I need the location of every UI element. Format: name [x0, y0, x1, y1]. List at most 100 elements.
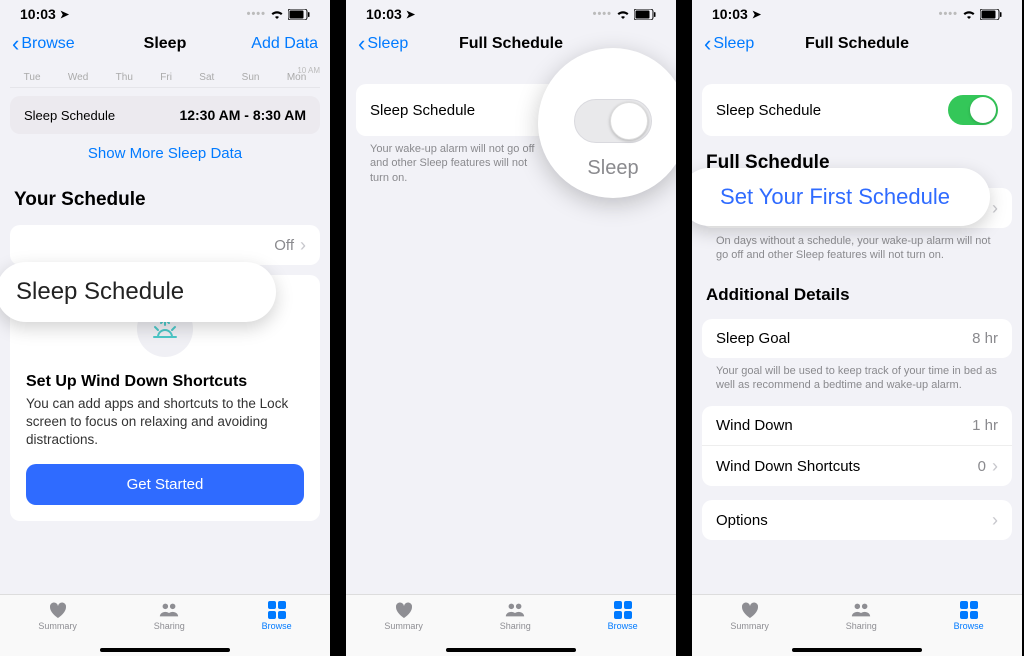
- callout-text: Sleep Schedule: [16, 278, 184, 306]
- battery-icon: [634, 9, 656, 20]
- sleep-schedule-value: Off: [274, 237, 294, 254]
- sleep-schedule-toggle-label: Sleep Schedule: [716, 102, 821, 119]
- back-label: Sleep: [713, 35, 754, 53]
- sleep-schedule-toggle-card: Sleep Schedule: [702, 84, 1012, 136]
- sleep-schedule-row[interactable]: . Off ›: [10, 225, 320, 265]
- wind-down-description: You can add apps and shortcuts to the Lo…: [26, 395, 304, 450]
- sleep-schedule-time: 12:30 AM - 8:30 AM: [179, 107, 306, 123]
- content: Sleep Schedule Full Schedule Set Your Fi…: [692, 66, 1022, 594]
- weekday-fri: Fri: [160, 72, 172, 83]
- wind-down-card: Wind Down 1 hr Wind Down Shortcuts 0 ›: [702, 406, 1012, 486]
- tab-sharing[interactable]: Sharing: [154, 601, 185, 631]
- tab-bar: Summary Sharing Browse: [0, 594, 330, 656]
- tab-sharing-label: Sharing: [500, 621, 531, 631]
- wind-down-row[interactable]: Wind Down 1 hr: [702, 406, 1012, 446]
- status-bar: 10:03 ➤ ••••: [692, 0, 1022, 22]
- wind-down-label: Wind Down: [716, 417, 793, 434]
- sleep-schedule-label: Sleep Schedule: [24, 108, 115, 123]
- sleep-goal-value: 8 hr: [972, 330, 998, 347]
- heart-icon: [393, 601, 415, 619]
- show-more-sleep-data-button[interactable]: Show More Sleep Data: [10, 134, 320, 173]
- chevron-right-icon: ›: [300, 236, 306, 254]
- tab-summary[interactable]: Summary: [38, 601, 77, 631]
- chevron-left-icon: ‹: [12, 33, 19, 55]
- tab-sharing-label: Sharing: [846, 621, 877, 631]
- tab-sharing[interactable]: Sharing: [846, 601, 877, 631]
- tab-browse[interactable]: Browse: [608, 601, 638, 631]
- full-schedule-footer: On days without a schedule, your wake-up…: [702, 228, 1012, 269]
- chevron-right-icon: ›: [992, 457, 998, 475]
- time-label-10am: 10 AM: [297, 66, 320, 75]
- status-time: 10:03: [20, 6, 56, 22]
- cell-signal-icon: ••••: [247, 8, 266, 20]
- sleep-goal-footer: Your goal will be used to keep track of …: [702, 358, 1012, 399]
- home-indicator[interactable]: [100, 648, 230, 652]
- wind-down-value: 1 hr: [972, 417, 998, 434]
- your-schedule-header: Your Schedule: [10, 173, 320, 217]
- sleep-schedule-toggle-label: Sleep Schedule: [370, 102, 475, 119]
- back-label: Browse: [21, 35, 74, 53]
- tab-summary[interactable]: Summary: [730, 601, 769, 631]
- tab-summary-label: Summary: [384, 621, 423, 631]
- location-icon: ➤: [752, 8, 761, 21]
- sleep-goal-card: Sleep Goal 8 hr: [702, 319, 1012, 358]
- weekday-sun: Sun: [242, 72, 260, 83]
- callout-text: Set Your First Schedule: [720, 184, 950, 210]
- status-bar: 10:03 ➤ ••••: [346, 0, 676, 22]
- wind-down-shortcuts-label: Wind Down Shortcuts: [716, 458, 860, 475]
- screen-2-full-schedule-off: 10:03 ➤ •••• ‹ Sleep Full Schedule Sleep…: [346, 0, 676, 656]
- people-icon: [850, 601, 872, 619]
- callout-set-first-schedule: Set Your First Schedule: [692, 168, 990, 226]
- tab-browse[interactable]: Browse: [262, 601, 292, 631]
- home-indicator[interactable]: [446, 648, 576, 652]
- add-data-button[interactable]: Add Data: [251, 35, 318, 53]
- back-button[interactable]: ‹ Browse: [12, 33, 75, 55]
- week-row: 10 AM Tue Wed Thu Fri Sat Sun Mon: [10, 66, 320, 88]
- options-label: Options: [716, 512, 768, 529]
- back-button[interactable]: ‹ Sleep: [704, 33, 754, 55]
- nav-title: Full Schedule: [459, 35, 563, 53]
- magnified-toggle-off: [574, 99, 652, 143]
- weekday-sat: Sat: [199, 72, 214, 83]
- tab-summary-label: Summary: [730, 621, 769, 631]
- callout-sleep-schedule: Sleep Schedule: [0, 262, 276, 322]
- location-icon: ➤: [406, 8, 415, 21]
- status-time: 10:03: [366, 6, 402, 22]
- tab-browse-label: Browse: [954, 621, 984, 631]
- options-row[interactable]: Options ›: [702, 500, 1012, 540]
- screen-3-full-schedule-on: 10:03 ➤ •••• ‹ Sleep Full Schedule Sleep…: [692, 0, 1022, 656]
- options-card: Options ›: [702, 500, 1012, 540]
- home-indicator[interactable]: [792, 648, 922, 652]
- full-schedule-row-card: . Off ›: [10, 225, 320, 265]
- tab-summary[interactable]: Summary: [384, 601, 423, 631]
- chevron-right-icon: ›: [992, 511, 998, 529]
- sleep-goal-row[interactable]: Sleep Goal 8 hr: [702, 319, 1012, 358]
- heart-icon: [47, 601, 69, 619]
- tab-browse[interactable]: Browse: [954, 601, 984, 631]
- chevron-left-icon: ‹: [704, 33, 711, 55]
- wifi-icon: [270, 9, 284, 20]
- get-started-button[interactable]: Get Started: [26, 464, 304, 505]
- content: 10 AM Tue Wed Thu Fri Sat Sun Mon Sleep …: [0, 66, 330, 594]
- wifi-icon: [616, 9, 630, 20]
- sleep-schedule-toggle[interactable]: [948, 95, 998, 125]
- magnified-sleep-label: Sleep: [587, 157, 638, 180]
- wind-down-shortcuts-value: 0: [978, 458, 986, 475]
- sleep-schedule-card: Sleep Schedule 12:30 AM - 8:30 AM: [10, 96, 320, 134]
- wind-down-shortcuts-row[interactable]: Wind Down Shortcuts 0 ›: [702, 446, 1012, 486]
- tab-sharing[interactable]: Sharing: [500, 601, 531, 631]
- screen-1-sleep: 10:03 ➤ •••• ‹ Browse Sleep Add Data 10 …: [0, 0, 330, 656]
- tab-summary-label: Summary: [38, 621, 77, 631]
- weekday-wed: Wed: [68, 72, 88, 83]
- tab-sharing-label: Sharing: [154, 621, 185, 631]
- weekday-thu: Thu: [116, 72, 133, 83]
- grid-icon: [958, 601, 980, 619]
- people-icon: [504, 601, 526, 619]
- back-button[interactable]: ‹ Sleep: [358, 33, 408, 55]
- heart-icon: [739, 601, 761, 619]
- wifi-icon: [962, 9, 976, 20]
- nav-title: Full Schedule: [805, 35, 909, 53]
- sleep-goal-label: Sleep Goal: [716, 330, 790, 347]
- battery-icon: [288, 9, 310, 20]
- wind-down-title: Set Up Wind Down Shortcuts: [26, 373, 304, 391]
